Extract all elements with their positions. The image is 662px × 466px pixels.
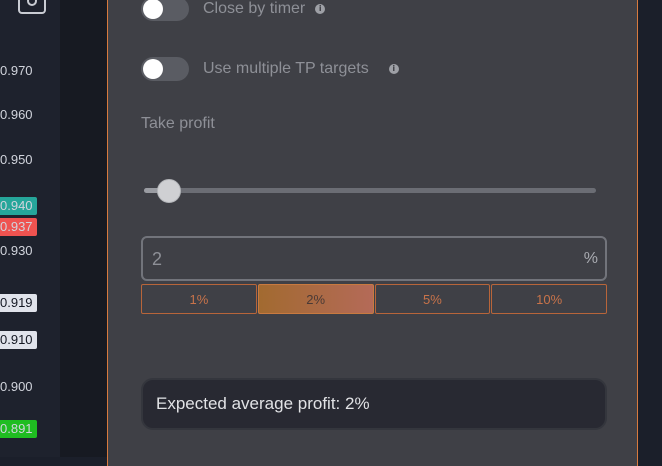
- multiple-tp-label: Use multiple TP targets: [203, 60, 369, 77]
- price-tag: 0.891: [0, 420, 37, 438]
- multiple-tp-row: Use multiple TP targets i: [141, 57, 399, 81]
- price-tag: 0.937: [0, 218, 37, 236]
- preset-button[interactable]: 10%: [491, 284, 607, 314]
- info-icon[interactable]: i: [388, 64, 399, 74]
- take-profit-panel: Close by timer i Use multiple TP targets…: [107, 0, 638, 466]
- price-tick: 0.960: [0, 107, 33, 122]
- preset-button[interactable]: 5%: [374, 284, 491, 314]
- take-profit-label: Take profit: [141, 115, 215, 132]
- percent-unit: %: [583, 250, 598, 267]
- price-tag: 0.919: [0, 294, 37, 312]
- preset-button[interactable]: 2%: [257, 284, 374, 314]
- multiple-tp-toggle[interactable]: [141, 57, 189, 81]
- price-tick: 0.930: [0, 243, 33, 258]
- price-scale: 0.970 0.960 0.950 0.940 0.937 0.930 0.919 0.910…: [0, 0, 60, 457]
- expected-profit-summary: Expected average profit: 2%: [141, 378, 607, 430]
- preset-buttons: 1% 2% 5% 10%: [141, 284, 607, 314]
- close-by-timer-row: Close by timer i: [141, 0, 326, 21]
- price-tick: 0.950: [0, 152, 33, 167]
- camera-icon[interactable]: [18, 0, 46, 14]
- toggle-knob: [143, 0, 163, 19]
- price-tick: 0.970: [0, 63, 33, 78]
- price-tag: 0.910: [0, 331, 37, 349]
- take-profit-value[interactable]: 2: [152, 249, 162, 270]
- take-profit-input[interactable]: 2 %: [141, 236, 607, 281]
- toggle-knob: [143, 59, 163, 79]
- info-icon[interactable]: i: [315, 4, 326, 14]
- chart-gap: [60, 0, 108, 457]
- price-tag: 0.940: [0, 197, 37, 215]
- slider-thumb[interactable]: [156, 179, 181, 203]
- take-profit-slider[interactable]: [144, 179, 596, 203]
- preset-button[interactable]: 1%: [141, 284, 257, 314]
- close-by-timer-toggle[interactable]: [141, 0, 189, 21]
- price-tick: 0.900: [0, 379, 33, 394]
- close-by-timer-label: Close by timer: [203, 0, 306, 17]
